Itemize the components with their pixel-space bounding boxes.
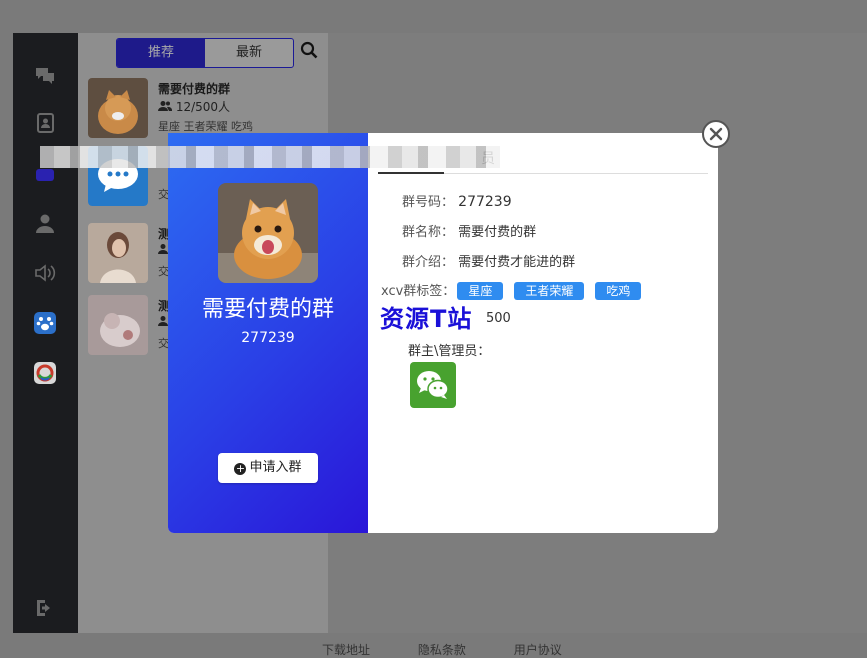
join-group-button[interactable]: + 申请入群 xyxy=(218,453,318,483)
list-tabs: 推荐 最新 xyxy=(116,38,294,68)
tag-badge: 吃鸡 xyxy=(595,282,642,300)
list-item-title: 需要付费的群 xyxy=(158,82,231,96)
field-value: 277239 xyxy=(458,194,512,210)
member-count-partial: 500 xyxy=(486,311,511,326)
field-group-name: 群名称： 需要付费的群 xyxy=(402,221,536,240)
modal-tab-active-indicator xyxy=(378,172,444,174)
circle-app-icon[interactable] xyxy=(33,361,57,385)
tab-latest[interactable]: 最新 xyxy=(205,39,293,67)
list-item-tags: 星座 王者荣耀 吃鸡 xyxy=(158,120,253,133)
list-item-member-count: 12/500人 xyxy=(175,100,231,114)
tag-badge: 星座 xyxy=(457,282,504,300)
tag-badge: 王者荣耀 xyxy=(514,282,585,300)
search-icon[interactable] xyxy=(300,41,318,59)
list-item-members: 12/500人 xyxy=(158,98,230,115)
close-icon xyxy=(709,127,723,141)
field-label: xcv群标签： xyxy=(381,284,456,299)
group-thumbnail xyxy=(88,78,148,138)
group-name: 需要付费的群 xyxy=(201,297,334,322)
field-value: 需要付费才能进的群 xyxy=(458,255,576,270)
field-group-intro: 群介绍： 需要付费才能进的群 xyxy=(402,251,575,270)
field-group-number: 群号码： 277239 xyxy=(402,191,512,210)
logout-icon[interactable] xyxy=(33,596,57,620)
user-icon[interactable] xyxy=(33,211,57,235)
group-thumbnail xyxy=(88,223,148,283)
group-avatar xyxy=(218,183,318,283)
footer-links: 下载地址 隐私条款 用户协议 xyxy=(322,641,606,658)
admins-label: 群主\管理员： xyxy=(408,344,491,359)
field-label: 群号码： xyxy=(402,195,455,210)
modal-group-card: 需要付费的群 277239 + 申请入群 xyxy=(168,133,368,533)
footer-link-download[interactable]: 下载地址 xyxy=(322,643,370,657)
footer-link-privacy[interactable]: 隐私条款 xyxy=(418,643,466,657)
chat-icon[interactable] xyxy=(33,63,57,87)
list-item[interactable]: 需要付费的群 12/500人 星座 王者荣耀 吃鸡 xyxy=(88,78,318,140)
sidebar xyxy=(13,33,78,633)
tab-recommended[interactable]: 推荐 xyxy=(117,39,205,67)
group-id: 277239 xyxy=(241,330,295,346)
field-value: 需要付费的群 xyxy=(458,225,537,240)
footer-link-agreement[interactable]: 用户协议 xyxy=(514,643,562,657)
users-icon xyxy=(158,101,173,111)
blurred-overlay xyxy=(40,146,500,168)
watermark-text: 资源T站 xyxy=(380,305,473,333)
contacts-icon[interactable] xyxy=(33,111,57,135)
field-label: 群介绍： xyxy=(402,255,455,270)
wechat-icon[interactable] xyxy=(410,362,456,408)
paw-icon[interactable] xyxy=(33,311,57,335)
group-thumbnail xyxy=(88,295,148,355)
speaker-icon[interactable] xyxy=(33,261,57,285)
group-detail-modal: 需要付费的群 277239 +申请入群 员 群号码： 277239 群名称： 需… xyxy=(168,133,718,533)
plus-circle-icon: + xyxy=(234,462,247,475)
close-modal-button[interactable] xyxy=(702,120,730,148)
field-group-tags: xcv群标签： 星座 王者荣耀 吃鸡 xyxy=(381,280,642,300)
join-group-label: 申请入群 xyxy=(249,460,302,475)
field-label: 群名称： xyxy=(402,225,455,240)
